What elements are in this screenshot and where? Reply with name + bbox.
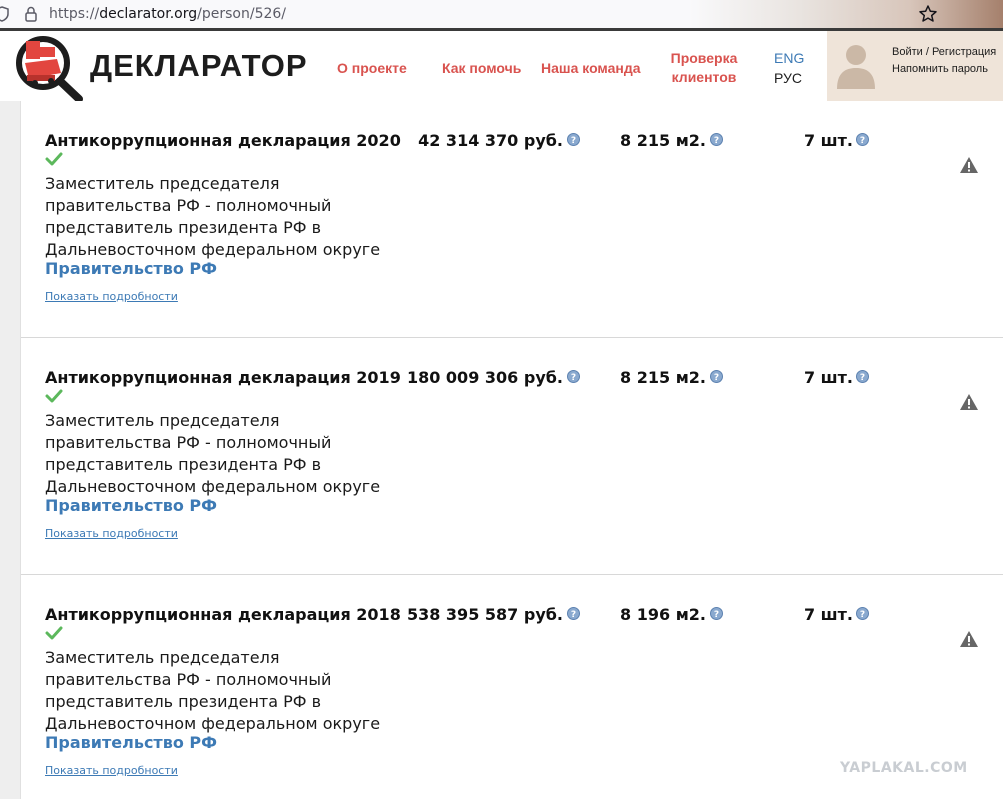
- address-bar-url[interactable]: https://declarator.org/person/526/: [49, 6, 286, 22]
- warning-icon[interactable]: [959, 630, 979, 648]
- browser-background-image: [690, 0, 1003, 30]
- area-value: 8 196 м2.: [620, 605, 706, 624]
- nav-team[interactable]: Наша команда: [541, 60, 641, 76]
- star-icon[interactable]: [918, 4, 938, 24]
- login-link[interactable]: Войти / Регистрация: [892, 46, 996, 58]
- browser-toolbar: https://declarator.org/person/526/: [0, 0, 1003, 31]
- svg-text:?: ?: [714, 373, 719, 383]
- help-icon[interactable]: ?: [856, 133, 869, 146]
- avatar-icon: [837, 45, 875, 89]
- help-icon[interactable]: ?: [856, 370, 869, 383]
- check-icon: [45, 389, 63, 403]
- declaration-row: Антикоррупционная декларация 2019 Замест…: [21, 338, 1003, 575]
- income-value: 180 009 306 руб.: [406, 368, 563, 387]
- logo-magnifier-icon[interactable]: [13, 33, 87, 101]
- show-details-link[interactable]: Показать подробности: [45, 290, 178, 303]
- help-icon[interactable]: ?: [710, 133, 723, 146]
- left-gutter: [0, 101, 21, 799]
- check-icon: [45, 626, 63, 640]
- shield-icon[interactable]: [0, 6, 10, 22]
- svg-text:?: ?: [571, 373, 576, 383]
- declaration-organization[interactable]: Правительство РФ: [45, 733, 217, 752]
- help-icon[interactable]: ?: [567, 133, 580, 146]
- area-value: 8 215 м2.: [620, 131, 706, 150]
- declaration-row: Антикоррупционная декларация 2020 Замест…: [21, 101, 1003, 338]
- url-host: declarator.org: [99, 6, 198, 22]
- vehicles-value: 7 шт.: [803, 368, 853, 387]
- site-header: ДЕКЛАРАТОР О проекте Как помочь Наша ком…: [0, 31, 1003, 102]
- declaration-title: Антикоррупционная декларация 2020: [45, 131, 401, 150]
- svg-text:?: ?: [860, 610, 865, 620]
- declaration-organization[interactable]: Правительство РФ: [45, 496, 217, 515]
- vehicles-value: 7 шт.: [803, 605, 853, 624]
- check-icon: [45, 152, 63, 166]
- svg-text:?: ?: [714, 610, 719, 620]
- remind-password-link[interactable]: Напомнить пароль: [892, 63, 988, 75]
- url-prefix: https://: [49, 6, 100, 22]
- declaration-position: Заместитель председателя правительства Р…: [45, 174, 381, 259]
- income-value: 42 314 370 руб.: [418, 131, 563, 150]
- lock-icon[interactable]: [22, 5, 40, 23]
- lang-rus: РУС: [774, 70, 803, 86]
- warning-icon[interactable]: [959, 393, 979, 411]
- income-value: 538 395 587 руб.: [406, 605, 563, 624]
- nav-check-clients[interactable]: Проверка клиентов: [660, 49, 748, 87]
- show-details-link[interactable]: Показать подробности: [45, 764, 178, 777]
- help-icon[interactable]: ?: [710, 370, 723, 383]
- help-icon[interactable]: ?: [710, 607, 723, 620]
- help-icon[interactable]: ?: [567, 607, 580, 620]
- show-details-link[interactable]: Показать подробности: [45, 527, 178, 540]
- watermark: YAPLAKAL.COM: [840, 760, 968, 776]
- help-icon[interactable]: ?: [567, 370, 580, 383]
- svg-text:?: ?: [860, 136, 865, 146]
- nav-check-line1: Проверка: [670, 50, 738, 66]
- declaration-title: Антикоррупционная декларация 2019: [45, 368, 401, 387]
- nav-about[interactable]: О проекте: [337, 60, 407, 76]
- svg-text:?: ?: [571, 610, 576, 620]
- declaration-organization[interactable]: Правительство РФ: [45, 259, 217, 278]
- warning-icon[interactable]: [959, 156, 979, 174]
- declaration-position: Заместитель председателя правительства Р…: [45, 648, 381, 733]
- nav-help[interactable]: Как помочь: [442, 60, 521, 76]
- vehicles-value: 7 шт.: [803, 131, 853, 150]
- svg-text:?: ?: [860, 373, 865, 383]
- help-icon[interactable]: ?: [856, 607, 869, 620]
- url-path: /person/526/: [197, 6, 287, 22]
- user-panel: Войти / Регистрация Напомнить пароль: [827, 31, 1003, 101]
- svg-text:?: ?: [714, 136, 719, 146]
- declaration-title: Антикоррупционная декларация 2018: [45, 605, 401, 624]
- area-value: 8 215 м2.: [620, 368, 706, 387]
- logo-text[interactable]: ДЕКЛАРАТОР: [90, 48, 308, 84]
- nav-check-line2: клиентов: [671, 69, 737, 85]
- declaration-position: Заместитель председателя правительства Р…: [45, 411, 381, 496]
- lang-eng[interactable]: ENG: [774, 50, 804, 66]
- svg-text:?: ?: [571, 136, 576, 146]
